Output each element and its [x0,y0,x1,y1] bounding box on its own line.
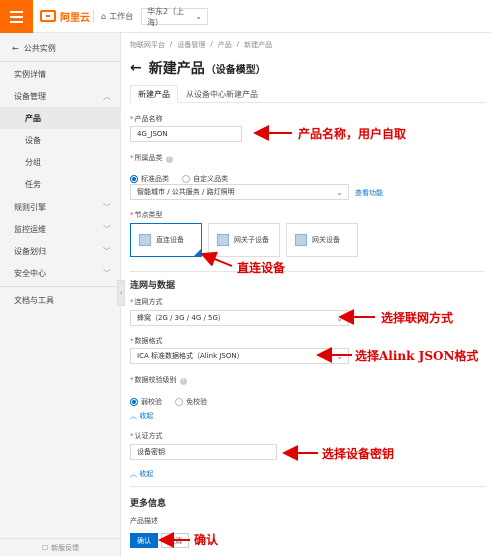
annotation-data-format: 选择Alink JSON格式 [355,349,479,363]
arrow-direct-device [200,251,233,267]
annotation-arrows [158,125,375,548]
annotation-network: 选择联网方式 [381,311,454,325]
annotation-confirm: 确认 [194,533,219,547]
annotation-product-name: 产品名称，用户自取 [298,127,407,141]
annotation-direct-device: 直连设备 [237,261,286,275]
annotation-auth: 选择设备密钥 [322,447,395,461]
